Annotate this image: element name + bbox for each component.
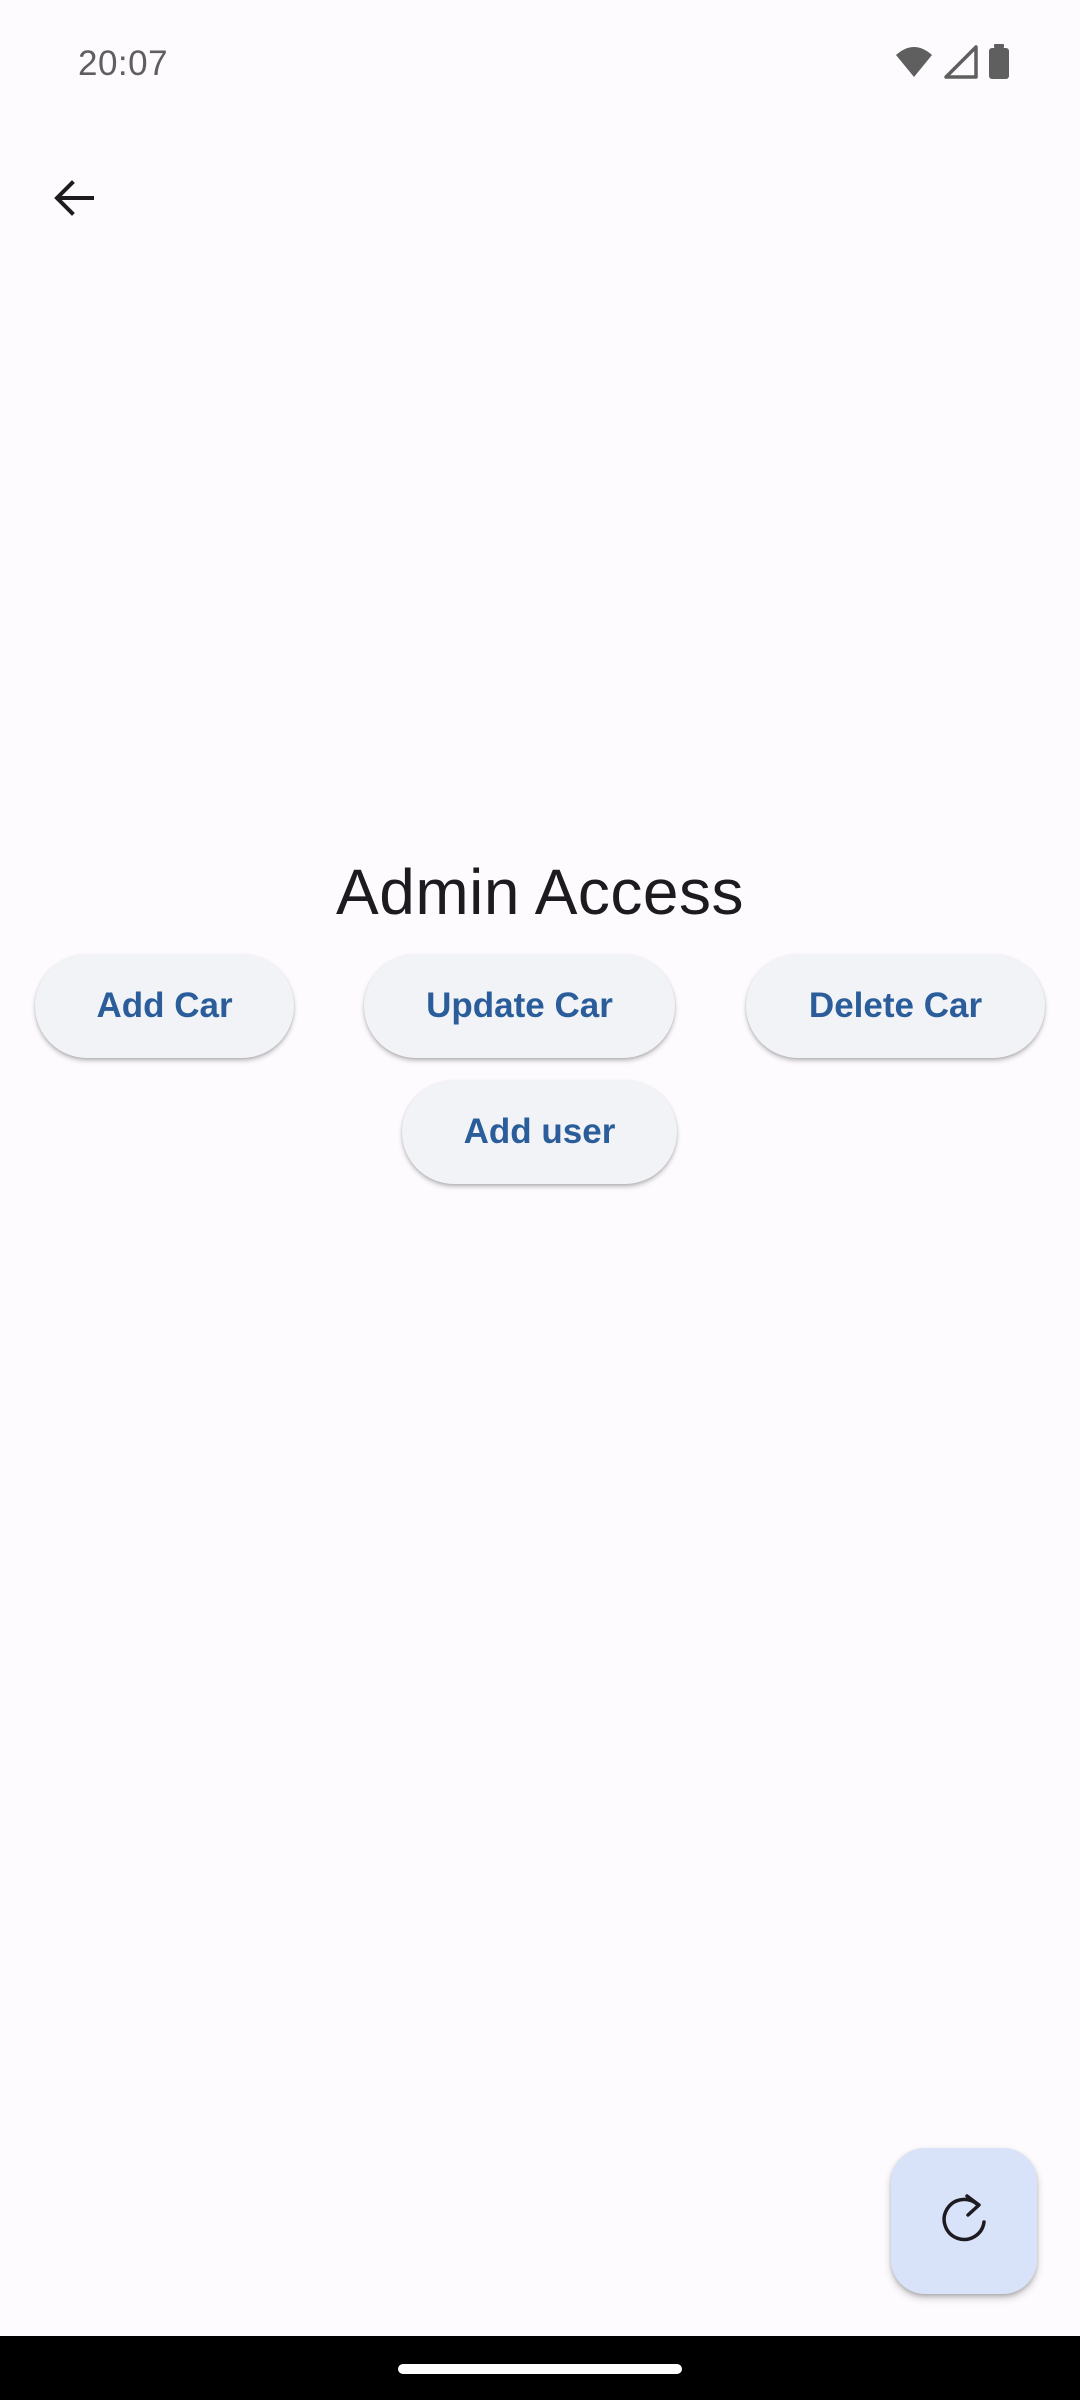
refresh-fab[interactable]: [891, 2148, 1037, 2294]
status-icons: [894, 44, 1010, 85]
status-bar: 20:07: [0, 0, 1080, 130]
arrow-back-icon: [50, 174, 98, 227]
add-user-label: Add user: [463, 1112, 616, 1151]
delete-car-label: Delete Car: [808, 986, 983, 1025]
back-button[interactable]: [34, 160, 114, 240]
update-car-button[interactable]: Update Car: [364, 954, 675, 1058]
battery-icon: [988, 44, 1010, 85]
signal-icon: [944, 45, 978, 84]
home-gesture-handle[interactable]: [398, 2364, 682, 2374]
update-car-label: Update Car: [426, 986, 613, 1025]
add-car-label: Add Car: [96, 986, 233, 1025]
delete-car-button[interactable]: Delete Car: [746, 954, 1045, 1058]
add-user-button[interactable]: Add user: [402, 1080, 677, 1184]
status-time: 20:07: [78, 44, 169, 83]
navigation-bar: [0, 2336, 1080, 2400]
refresh-icon: [934, 2189, 994, 2254]
add-car-button[interactable]: Add Car: [35, 954, 294, 1058]
page-title: Admin Access: [336, 856, 744, 928]
wifi-icon: [894, 45, 934, 84]
